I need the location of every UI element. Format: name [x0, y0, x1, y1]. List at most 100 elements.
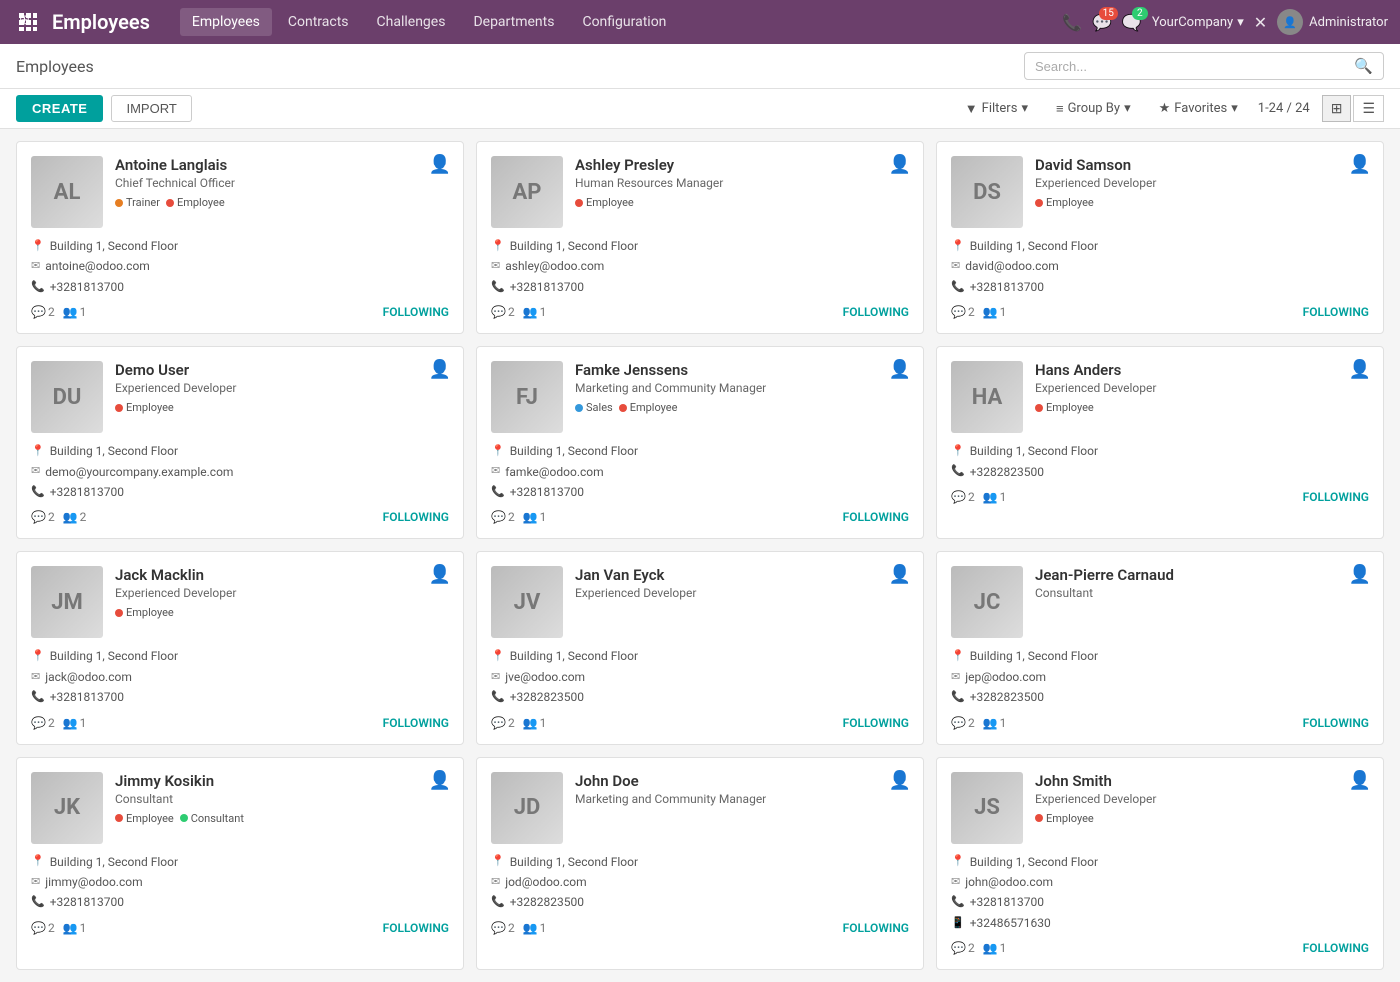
emp-messages-count[interactable]: 💬 2: [951, 941, 975, 955]
search-input[interactable]: [1035, 59, 1354, 74]
emp-name[interactable]: David Samson: [1035, 156, 1369, 174]
emp-name[interactable]: John Doe: [575, 772, 909, 790]
emp-person-icon[interactable]: 👤: [1349, 564, 1371, 585]
phone-icon[interactable]: 📞: [1062, 13, 1082, 32]
emp-person-icon[interactable]: 👤: [889, 564, 911, 585]
admin-button[interactable]: 👤 Administrator: [1277, 9, 1388, 35]
emp-followers-count[interactable]: 👥 1: [523, 921, 547, 935]
emp-name[interactable]: Famke Jenssens: [575, 361, 909, 379]
following-button[interactable]: FOLLOWING: [843, 921, 909, 935]
import-button[interactable]: IMPORT: [111, 95, 191, 122]
favorites-button[interactable]: ★ Favorites ▾: [1151, 97, 1246, 120]
emp-messages-count[interactable]: 💬 2: [491, 305, 515, 319]
emp-name[interactable]: Demo User: [115, 361, 449, 379]
emp-messages-count[interactable]: 💬 2: [31, 716, 55, 730]
emp-messages-count[interactable]: 💬 2: [491, 921, 515, 935]
emp-info: John Doe Marketing and Community Manager: [575, 772, 909, 806]
location-icon: 📍: [31, 852, 45, 871]
emp-followers-count[interactable]: 👥 1: [523, 510, 547, 524]
following-button[interactable]: FOLLOWING: [1303, 941, 1369, 955]
emp-messages-count[interactable]: 💬 2: [31, 510, 55, 524]
messages-badge-wrap[interactable]: 💬 15: [1092, 13, 1112, 32]
emp-followers-count[interactable]: 👥 2: [63, 510, 87, 524]
tag-dot: [115, 609, 123, 617]
filters-button[interactable]: ▼ Filters ▾: [957, 97, 1036, 121]
emp-person-icon[interactable]: 👤: [1349, 359, 1371, 380]
create-button[interactable]: CREATE: [16, 95, 103, 122]
emp-messages-num: 2: [508, 510, 515, 524]
close-icon[interactable]: ✕: [1254, 13, 1267, 32]
emp-messages-count[interactable]: 💬 2: [491, 716, 515, 730]
emp-person-icon[interactable]: 👤: [889, 770, 911, 791]
emp-person-icon[interactable]: 👤: [429, 564, 451, 585]
company-selector[interactable]: YourCompany ▾: [1152, 15, 1244, 30]
following-button[interactable]: FOLLOWING: [1303, 305, 1369, 319]
emp-followers-count[interactable]: 👥 1: [523, 716, 547, 730]
emp-person-icon[interactable]: 👤: [1349, 154, 1371, 175]
emp-person-icon[interactable]: 👤: [429, 359, 451, 380]
phone-icon: 📞: [31, 278, 45, 297]
emp-face: JV: [491, 566, 563, 638]
emp-followers-count[interactable]: 👥 1: [523, 305, 547, 319]
emp-person-icon[interactable]: 👤: [889, 359, 911, 380]
chat-bubble-icon: 💬: [951, 716, 966, 730]
emp-person-icon[interactable]: 👤: [429, 770, 451, 791]
following-button[interactable]: FOLLOWING: [843, 305, 909, 319]
emp-messages-count[interactable]: 💬 2: [31, 305, 55, 319]
emp-messages-count[interactable]: 💬 2: [31, 921, 55, 935]
nav-challenges[interactable]: Challenges: [365, 8, 458, 36]
nav-departments[interactable]: Departments: [461, 8, 566, 36]
follower-icon: 👥: [523, 305, 538, 319]
emp-person-icon[interactable]: 👤: [429, 154, 451, 175]
emp-avatar: DS: [951, 156, 1023, 228]
apps-grid-icon[interactable]: ⊞: [12, 6, 44, 38]
list-view-button[interactable]: ☰: [1353, 95, 1384, 122]
emp-messages-count[interactable]: 💬 2: [951, 305, 975, 319]
emp-followers-num: 1: [80, 921, 87, 935]
emp-followers-count[interactable]: 👥 1: [63, 716, 87, 730]
follower-icon: 👥: [63, 510, 78, 524]
emp-name[interactable]: Jack Macklin: [115, 566, 449, 584]
emp-person-icon[interactable]: 👤: [1349, 770, 1371, 791]
following-button[interactable]: FOLLOWING: [1303, 716, 1369, 730]
emp-name[interactable]: Ashley Presley: [575, 156, 909, 174]
following-button[interactable]: FOLLOWING: [843, 510, 909, 524]
emp-name[interactable]: Jean-Pierre Carnaud: [1035, 566, 1369, 584]
following-button[interactable]: FOLLOWING: [383, 305, 449, 319]
emp-followers-count[interactable]: 👥 1: [63, 305, 87, 319]
emp-name[interactable]: John Smith: [1035, 772, 1369, 790]
emp-messages-count[interactable]: 💬 2: [491, 510, 515, 524]
tag-dot: [115, 404, 123, 412]
following-button[interactable]: FOLLOWING: [383, 510, 449, 524]
emp-phone: +3282823500: [510, 892, 584, 912]
emp-followers-count[interactable]: 👥 1: [983, 490, 1007, 504]
search-icon[interactable]: 🔍: [1354, 57, 1373, 75]
emp-followers-count[interactable]: 👥 1: [63, 921, 87, 935]
following-button[interactable]: FOLLOWING: [843, 716, 909, 730]
emp-followers-count[interactable]: 👥 1: [983, 941, 1007, 955]
location-icon: 📍: [491, 237, 505, 256]
tag-dot: [1035, 404, 1043, 412]
following-button[interactable]: FOLLOWING: [1303, 490, 1369, 504]
following-button[interactable]: FOLLOWING: [383, 921, 449, 935]
emp-person-icon[interactable]: 👤: [889, 154, 911, 175]
groupby-button[interactable]: ≡ Group By ▾: [1048, 97, 1139, 121]
emp-messages-count[interactable]: 💬 2: [951, 490, 975, 504]
emp-face: DU: [31, 361, 103, 433]
chat-badge-wrap[interactable]: 🗨️ 2: [1122, 13, 1142, 32]
kanban-view-button[interactable]: ⊞: [1322, 95, 1352, 122]
nav-contracts[interactable]: Contracts: [276, 8, 361, 36]
nav-configuration[interactable]: Configuration: [570, 8, 678, 36]
nav-employees[interactable]: Employees: [180, 8, 272, 36]
phone-icon: 📞: [951, 462, 965, 481]
emp-messages-count[interactable]: 💬 2: [951, 716, 975, 730]
emp-name[interactable]: Antoine Langlais: [115, 156, 449, 174]
emp-name[interactable]: Jan Van Eyck: [575, 566, 909, 584]
emp-followers-count[interactable]: 👥 1: [983, 305, 1007, 319]
emp-messages-num: 2: [968, 305, 975, 319]
following-button[interactable]: FOLLOWING: [383, 716, 449, 730]
grid-icon: ⊞: [19, 13, 37, 31]
emp-name[interactable]: Jimmy Kosikin: [115, 772, 449, 790]
emp-name[interactable]: Hans Anders: [1035, 361, 1369, 379]
emp-followers-count[interactable]: 👥 1: [983, 716, 1007, 730]
